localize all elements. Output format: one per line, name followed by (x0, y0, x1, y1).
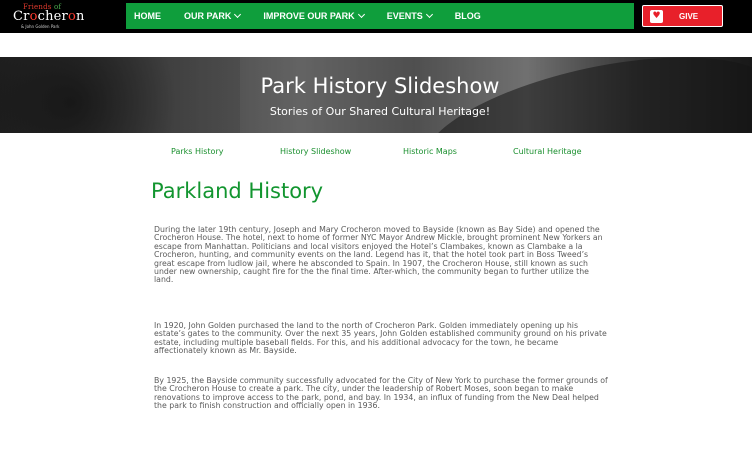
nav-our-park-label: OUR PARK (184, 11, 232, 21)
subnav-history-slideshow[interactable]: History Slideshow (280, 147, 351, 156)
page-title: Parkland History (151, 179, 324, 203)
paragraph: During the later 19th century, Joseph an… (154, 225, 603, 285)
hero-banner: Park History Slideshow Stories of Our Sh… (0, 57, 752, 133)
logo-line-3: & John Golden Park (21, 24, 60, 29)
nav-events[interactable]: EVENTS (386, 10, 433, 21)
paragraph: By 1925, the Bayside community successfu… (154, 376, 608, 411)
subnav-historic-maps[interactable]: Historic Maps (403, 147, 457, 156)
site-logo[interactable]: Friends of Crocheron & John Golden Park (13, 3, 93, 30)
chevron-down-icon (234, 10, 242, 19)
nav-home[interactable]: HOME (134, 11, 161, 21)
chevron-down-icon (425, 10, 433, 19)
subnav-cultural-heritage[interactable]: Cultural Heritage (513, 147, 582, 156)
paragraph: In 1920, John Golden purchased the land … (154, 321, 607, 356)
top-bar: Friends of Crocheron & John Golden Park … (0, 0, 752, 33)
logo-line-2: Crocheron (13, 9, 85, 24)
hero-title: Park History Slideshow (260, 74, 500, 98)
nav-improve-our-park[interactable]: IMPROVE OUR PARK (263, 10, 365, 21)
nav-blog[interactable]: BLOG (455, 11, 481, 21)
nav-events-label: EVENTS (386, 11, 423, 21)
give-label: GIVE (679, 12, 699, 21)
nav-blog-label: BLOG (454, 11, 481, 21)
nav-our-park[interactable]: OUR PARK (184, 10, 242, 21)
subnav-parks-history[interactable]: Parks History (171, 147, 223, 156)
nav-home-label: HOME (134, 11, 161, 21)
nav-improve-label: IMPROVE OUR PARK (263, 11, 355, 21)
main-nav: HOME OUR PARK IMPROVE OUR PARK EVENTS BL… (126, 3, 634, 29)
heart-icon: ♥ (650, 10, 663, 23)
hero-subtitle: Stories of Our Shared Cultural Heritage! (269, 105, 491, 118)
chevron-down-icon (357, 10, 365, 19)
give-button[interactable]: ♥ GIVE (642, 5, 723, 27)
